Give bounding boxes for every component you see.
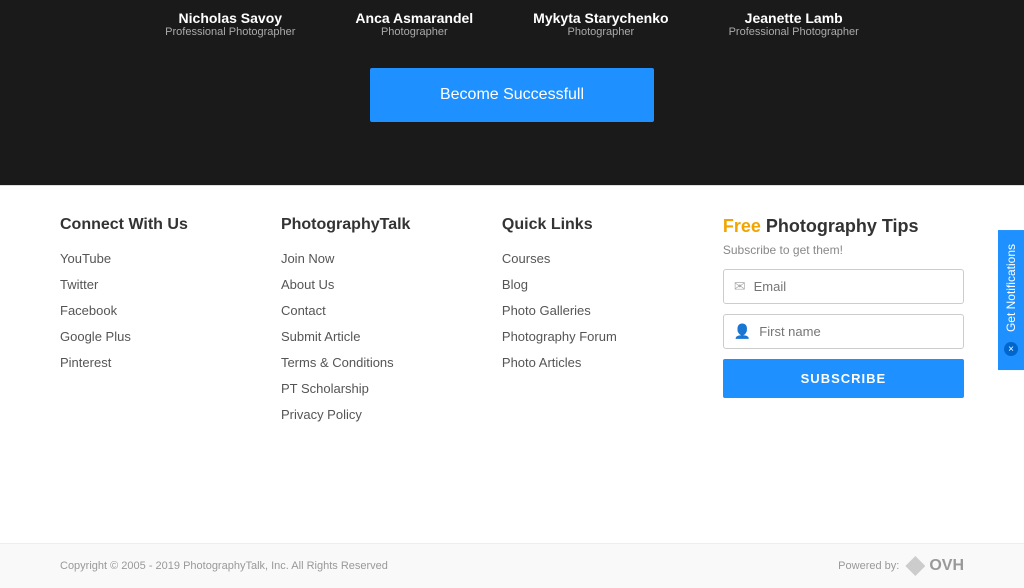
free-label: Free (723, 216, 761, 236)
firstname-field[interactable] (759, 324, 953, 339)
photographer-anca: Anca Asmarandel Photographer (355, 10, 473, 38)
powered-by-label: Powered by: (838, 560, 899, 572)
subscribe-button[interactable]: SUBSCRIBE (723, 359, 964, 398)
list-item: Submit Article (281, 328, 482, 346)
contact-link[interactable]: Contact (281, 303, 326, 318)
email-input-group: ✉ (723, 269, 964, 304)
bottom-bar: Copyright © 2005 - 2019 PhotographyTalk,… (0, 543, 1024, 588)
list-item: Blog (502, 276, 703, 294)
twitter-link[interactable]: Twitter (60, 277, 98, 292)
newsletter-heading: Free Photography Tips (723, 216, 964, 237)
copyright-text: Copyright © 2005 - 2019 PhotographyTalk,… (60, 560, 388, 572)
photographer-name: Anca Asmarandel (355, 10, 473, 26)
list-item: Photography Forum (502, 328, 703, 346)
photography-forum-link[interactable]: Photography Forum (502, 329, 617, 344)
ovh-logo-shape (905, 556, 925, 576)
photo-galleries-link[interactable]: Photo Galleries (502, 303, 591, 318)
photography-talk-column: PhotographyTalk Join Now About Us Contac… (281, 216, 482, 432)
list-item: Join Now (281, 250, 482, 268)
connect-links: YouTube Twitter Facebook Google Plus Pin… (60, 250, 261, 372)
scholarship-link[interactable]: PT Scholarship (281, 381, 369, 396)
photographer-mykyta: Mykyta Starychenko Photographer (533, 10, 668, 38)
courses-link[interactable]: Courses (502, 251, 550, 266)
list-item: Google Plus (60, 328, 261, 346)
quick-links-heading: Quick Links (502, 216, 703, 234)
photographer-title: Professional Photographer (165, 26, 295, 38)
name-input-group: 👤 (723, 314, 964, 349)
googleplus-link[interactable]: Google Plus (60, 329, 131, 344)
quick-links-column: Quick Links Courses Blog Photo Galleries… (502, 216, 703, 432)
person-icon: 👤 (734, 323, 751, 340)
photography-talk-links: Join Now About Us Contact Submit Article… (281, 250, 482, 424)
powered-by: Powered by: OVH (838, 556, 964, 576)
newsletter-column: Free Photography Tips Subscribe to get t… (723, 216, 964, 432)
youtube-link[interactable]: YouTube (60, 251, 111, 266)
join-now-link[interactable]: Join Now (281, 251, 334, 266)
about-us-link[interactable]: About Us (281, 277, 334, 292)
newsletter-heading-rest: Photography Tips (761, 216, 919, 236)
photographer-name: Mykyta Starychenko (533, 10, 668, 26)
become-successful-button[interactable]: Become Successfull (370, 68, 654, 122)
footer-section: Connect With Us YouTube Twitter Facebook… (0, 186, 1024, 452)
facebook-link[interactable]: Facebook (60, 303, 117, 318)
list-item: PT Scholarship (281, 380, 482, 398)
photographers-row: Nicholas Savoy Professional Photographer… (165, 10, 859, 38)
photographer-jeanette: Jeanette Lamb Professional Photographer (729, 10, 859, 38)
photographer-title: Photographer (533, 26, 668, 38)
quick-links-list: Courses Blog Photo Galleries Photography… (502, 250, 703, 372)
list-item: Terms & Conditions (281, 354, 482, 372)
close-icon[interactable]: × (1004, 342, 1018, 356)
list-item: Photo Articles (502, 354, 703, 372)
list-item: Privacy Policy (281, 406, 482, 424)
email-field[interactable] (754, 279, 953, 294)
terms-link[interactable]: Terms & Conditions (281, 355, 394, 370)
list-item: Courses (502, 250, 703, 268)
photo-articles-link[interactable]: Photo Articles (502, 355, 582, 370)
top-section: Nicholas Savoy Professional Photographer… (0, 0, 1024, 185)
blog-link[interactable]: Blog (502, 277, 528, 292)
list-item: Facebook (60, 302, 261, 320)
photography-talk-heading: PhotographyTalk (281, 216, 482, 234)
list-item: Twitter (60, 276, 261, 294)
list-item: Contact (281, 302, 482, 320)
notification-tab[interactable]: × Get Notifications (998, 230, 1024, 370)
pinterest-link[interactable]: Pinterest (60, 355, 111, 370)
photographer-name: Nicholas Savoy (165, 10, 295, 26)
photographer-title: Photographer (355, 26, 473, 38)
ovh-logo: OVH (905, 556, 964, 576)
connect-column: Connect With Us YouTube Twitter Facebook… (60, 216, 261, 432)
photographer-nicholas: Nicholas Savoy Professional Photographer (165, 10, 295, 38)
connect-heading: Connect With Us (60, 216, 261, 234)
list-item: About Us (281, 276, 482, 294)
email-icon: ✉ (734, 278, 746, 295)
list-item: Pinterest (60, 354, 261, 372)
list-item: YouTube (60, 250, 261, 268)
ovh-brand: OVH (929, 557, 964, 575)
submit-article-link[interactable]: Submit Article (281, 329, 360, 344)
notification-label: Get Notifications (1004, 244, 1018, 332)
photographer-name: Jeanette Lamb (729, 10, 859, 26)
newsletter-subtitle: Subscribe to get them! (723, 243, 964, 257)
list-item: Photo Galleries (502, 302, 703, 320)
photographer-title: Professional Photographer (729, 26, 859, 38)
privacy-link[interactable]: Privacy Policy (281, 407, 362, 422)
